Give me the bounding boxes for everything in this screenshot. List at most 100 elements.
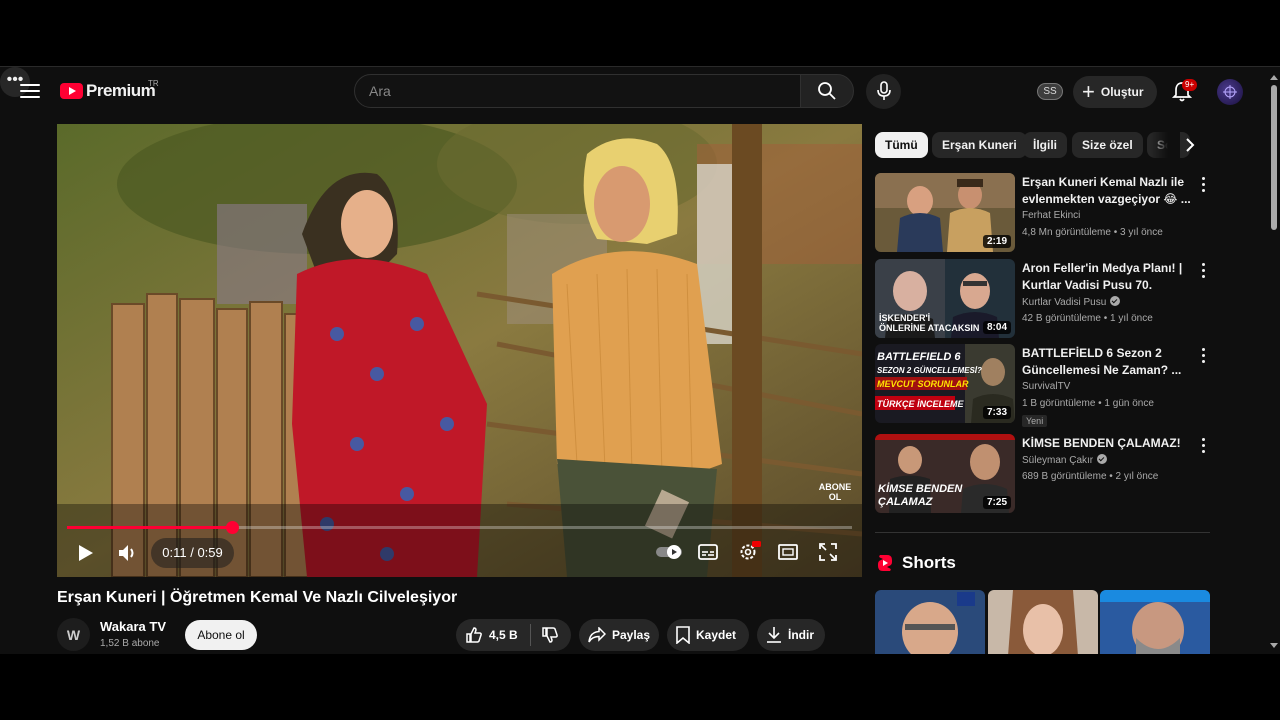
short-thumbnail[interactable] [988,590,1098,654]
youtube-play-icon [60,83,83,99]
channel-name[interactable]: SurvivalTV [1022,381,1070,392]
filter-chip[interactable]: İlgili [1023,132,1067,158]
thumbnail-caption: SEZON 2 GÜNCELLEMESİ? [877,366,982,375]
search-button[interactable] [800,74,854,108]
short-thumbnail[interactable] [875,590,985,654]
youtube-app: Premium TR SS + Oluştur [0,66,1280,654]
plus-icon: + [1082,79,1095,104]
subtitles-icon[interactable] [698,543,718,561]
subscriber-count: 1,52 B abone [100,638,160,649]
logo-text: Premium [86,81,156,100]
channel-avatar[interactable]: W [57,618,90,651]
like-count[interactable]: 4,5 B [489,628,518,642]
recommended-video[interactable]: BATTLEFIELD 6 SEZON 2 GÜNCELLEMESİ? MEVC… [875,344,1215,427]
thumbnail-caption: MEVCUT SORUNLAR [877,379,969,389]
save-label: Kaydet [696,628,737,642]
short-image [1100,590,1210,654]
scroll-up-arrow-icon[interactable] [1270,75,1278,80]
avatar-pattern-icon [1223,85,1237,99]
play-icon[interactable] [77,544,95,562]
filter-chip[interactable]: Erşan Kuneri [932,132,1027,158]
page-scrollbar[interactable] [1268,67,1280,654]
filter-chip[interactable]: Size özel [1072,132,1143,158]
thumbnail-caption: ÖNLERİNE ATACAKSIN [879,323,979,333]
voice-search-button[interactable] [866,74,901,109]
share-arrow-icon [588,627,606,643]
dislike-icon[interactable] [541,626,559,644]
create-button[interactable]: + Oluştur [1073,76,1157,108]
video-meta: 4,8 Mn görüntüleme • 3 yıl önce [1022,227,1163,238]
search-icon [818,82,836,100]
subscribe-overlay-badge[interactable]: ABONE OL [817,478,853,514]
subscribe-overlay-text: ABONE OL [818,482,852,502]
theater-mode-icon[interactable] [778,543,798,561]
scroll-down-arrow-icon[interactable] [1270,643,1278,648]
video-thumbnail[interactable]: KİMSE BENDEN ÇALAMAZ 7:25 [875,434,1015,513]
volume-icon[interactable] [116,542,138,564]
progress-played [67,526,232,529]
settings-gear-icon[interactable] [738,540,762,562]
channel-line[interactable]: Süleyman Çakır [1022,454,1108,466]
youtube-premium-logo[interactable]: Premium [60,81,156,101]
masthead: Premium TR SS + Oluştur [0,67,1268,117]
recommended-video[interactable]: 2:19 Erşan Kuneri Kemal Nazlı ile evlenm… [875,173,1215,253]
video-title[interactable]: KİMSE BENDEN ÇALAMAZ! [1022,435,1192,452]
video-meta: 42 B görüntüleme • 1 yıl önce [1022,313,1153,324]
user-avatar[interactable] [1217,79,1243,105]
video-menu-icon[interactable] [1197,436,1209,456]
thumbnail-caption: TÜRKÇE İNCELEME [877,399,964,409]
channel-avatar-initial: W [66,626,81,643]
fullscreen-icon[interactable] [819,543,837,561]
video-duration: 7:33 [982,406,1011,419]
menu-icon[interactable] [18,81,42,101]
video-menu-icon[interactable] [1197,346,1209,366]
create-label: Oluştur [1100,85,1144,99]
channel-name[interactable]: Wakara TV [100,619,166,634]
new-badge: Yeni [1022,415,1048,427]
video-frame [57,124,862,577]
section-divider [875,532,1210,533]
scrollbar-thumb[interactable] [1271,85,1277,230]
video-meta: 689 B görüntüleme • 2 yıl önce [1022,471,1159,482]
video-menu-icon[interactable] [1197,175,1209,195]
subscribe-button[interactable]: Abone ol [185,620,257,650]
video-duration: 2:19 [982,235,1011,248]
thumbnail-caption: ÇALAMAZ [878,496,934,508]
share-button[interactable]: Paylaş [579,619,659,651]
channel-name[interactable]: Kurtlar Vadisi Pusu [1022,297,1106,308]
autoplay-toggle-icon[interactable] [655,544,683,560]
total-duration: 0:59 [197,545,223,560]
download-button[interactable]: İndir [757,619,825,651]
shorts-section-title: Shorts [902,553,956,572]
time-display: 0:11 / 0:59 [151,538,234,568]
video-menu-icon[interactable] [1197,261,1209,281]
progress-bar[interactable] [67,521,852,534]
video-title[interactable]: Erşan Kuneri Kemal Nazlı ile evlenmekten… [1022,174,1192,208]
channel-line[interactable]: Ferhat Ekinci [1022,210,1080,221]
recommended-video[interactable]: KİMSE BENDEN ÇALAMAZ 7:25 KİMSE BENDEN Ç… [875,434,1215,514]
filter-chip[interactable]: Tümü [875,132,928,158]
short-thumbnail[interactable] [1100,590,1210,654]
chevron-right-icon[interactable] [1176,131,1204,159]
video-player[interactable]: ABONE OL 0:11 / 0:59 [57,124,862,577]
channel-name[interactable]: Ferhat Ekinci [1022,210,1080,221]
thumbnail-caption: KİMSE BENDEN [878,482,963,495]
video-title[interactable]: Aron Feller'in Medya Planı! | Kurtlar Va… [1022,260,1192,294]
video-thumbnail[interactable]: BATTLEFIELD 6 SEZON 2 GÜNCELLEMESİ? MEVC… [875,344,1015,423]
search-input[interactable] [354,74,801,108]
video-duration: 8:04 [982,321,1011,334]
like-dislike-group: 4,5 B [456,619,571,651]
video-thumbnail[interactable]: İSKENDER'İ ÖNLERİNE ATACAKSIN 8:04 [875,259,1015,338]
recommended-video[interactable]: İSKENDER'İ ÖNLERİNE ATACAKSIN 8:04 Aron … [875,259,1215,339]
channel-name[interactable]: Süleyman Çakır [1022,455,1093,466]
progress-scrubber[interactable] [225,521,239,534]
verified-check-icon [1097,454,1108,464]
video-title[interactable]: BATTLEFİELD 6 Sezon 2 Güncellemesi Ne Za… [1022,345,1192,379]
channel-line[interactable]: SurvivalTV [1022,381,1070,392]
account-switch-badge[interactable]: SS [1037,83,1063,100]
search-box [354,74,854,108]
like-icon[interactable] [465,626,483,644]
video-thumbnail[interactable]: 2:19 [875,173,1015,252]
channel-line[interactable]: Kurtlar Vadisi Pusu [1022,296,1121,308]
save-button[interactable]: Kaydet [667,619,749,651]
